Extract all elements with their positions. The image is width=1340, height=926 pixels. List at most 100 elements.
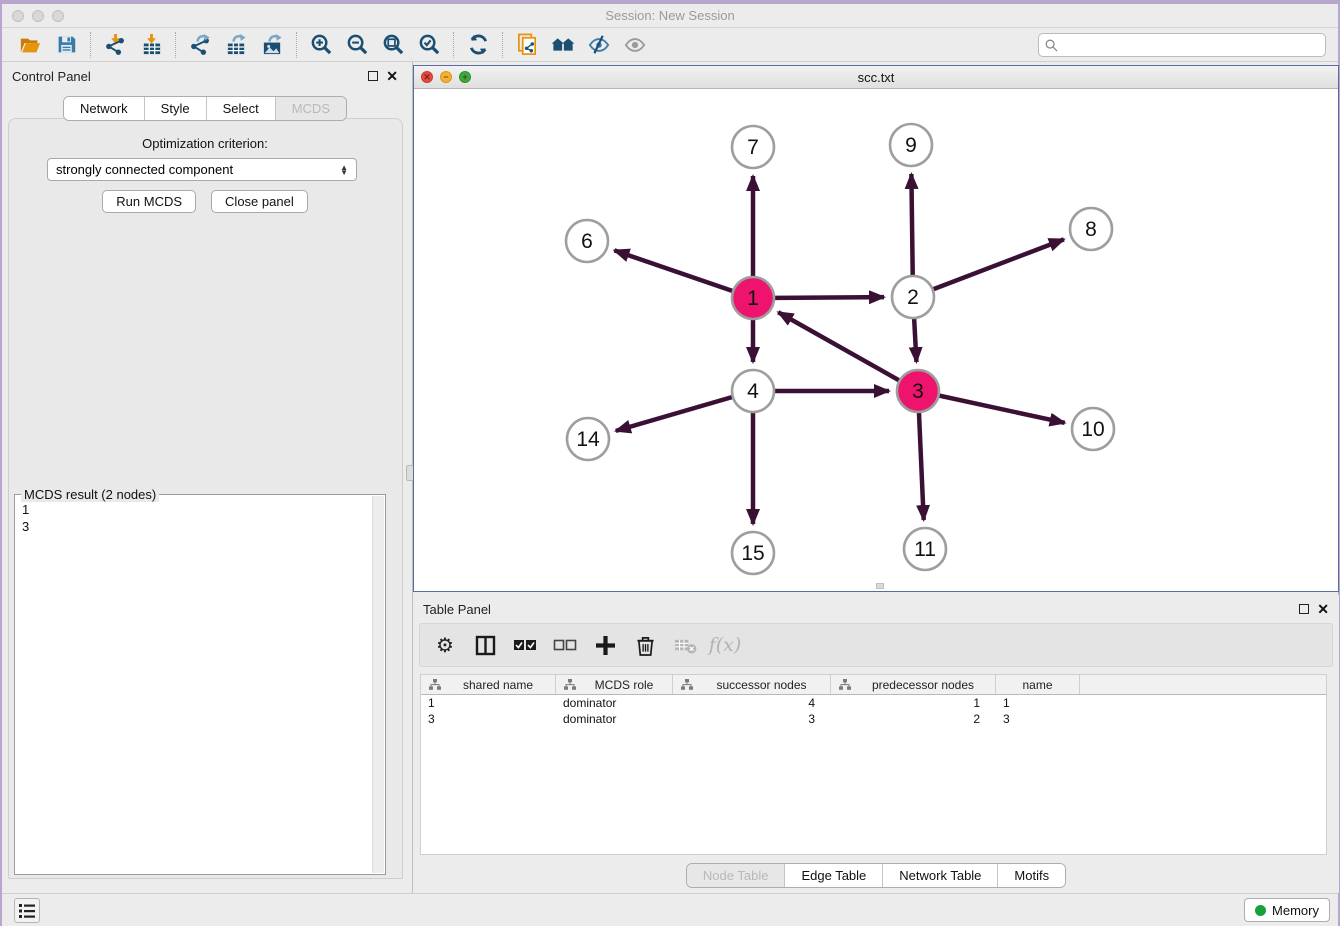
table-row[interactable]: 1dominator411 <box>421 695 1326 711</box>
table-cell[interactable]: 3 <box>673 712 831 726</box>
network-canvas[interactable]: 7 9 6 8 1 2 4 3 14 10 15 11 <box>414 89 1338 591</box>
graph-node-10[interactable]: 10 <box>1072 408 1114 450</box>
network-window-titlebar[interactable]: ✕ − + scc.txt <box>414 66 1338 89</box>
settings-icon[interactable]: ⚙ <box>432 632 458 658</box>
svg-text:3: 3 <box>912 380 924 403</box>
table-row[interactable]: 3dominator323 <box>421 711 1326 727</box>
task-history-button[interactable] <box>14 898 40 923</box>
graph-node-4[interactable]: 4 <box>732 370 774 412</box>
function-builder-icon: f(x) <box>712 632 738 658</box>
optimization-criterion-label: Optimization criterion: <box>2 136 408 151</box>
graph-node-15[interactable]: 15 <box>732 532 774 574</box>
table-cell[interactable]: dominator <box>556 712 673 726</box>
toolbar-separator <box>502 32 503 58</box>
home-icon[interactable] <box>545 31 581 59</box>
import-network-icon[interactable] <box>97 31 133 59</box>
graph-node-2[interactable]: 2 <box>892 276 934 318</box>
column-header-name[interactable]: name <box>996 675 1080 694</box>
canvas-resize-handle[interactable] <box>876 583 884 589</box>
column-header-MCDS-role[interactable]: MCDS role <box>556 675 673 694</box>
control-panel-title: Control Panel <box>12 69 91 84</box>
edge-3-10[interactable] <box>918 391 1065 423</box>
close-table-panel-icon[interactable]: ✕ <box>1317 604 1329 614</box>
memory-button[interactable]: Memory <box>1244 898 1330 922</box>
mcds-result-list[interactable]: 13 <box>16 496 372 873</box>
column-header-predecessor-nodes[interactable]: predecessor nodes <box>831 675 996 694</box>
clear-selection-icon[interactable] <box>552 632 578 658</box>
table-cell[interactable]: 1 <box>996 696 1080 710</box>
select-all-icon[interactable] <box>512 632 538 658</box>
table-tab-node-table[interactable]: Node Table <box>687 864 785 887</box>
graph-node-7[interactable]: 7 <box>732 126 774 168</box>
mcds-result-item: 1 <box>22 501 370 518</box>
edge-3-1[interactable] <box>778 312 918 391</box>
table-cell[interactable]: 4 <box>673 696 831 710</box>
graph-node-14[interactable]: 14 <box>567 418 609 460</box>
table-tab-motifs[interactable]: Motifs <box>997 864 1065 887</box>
zoom-in-icon[interactable] <box>303 31 339 59</box>
table-cell[interactable]: 1 <box>421 696 556 710</box>
graph-node-9[interactable]: 9 <box>890 124 932 166</box>
control-tab-select[interactable]: Select <box>206 97 275 120</box>
control-tab-network[interactable]: Network <box>64 97 144 120</box>
column-header-successor-nodes[interactable]: successor nodes <box>673 675 831 694</box>
show-hidden-icon[interactable] <box>617 31 653 59</box>
network-document-icon[interactable] <box>509 31 545 59</box>
table-cell[interactable]: 3 <box>421 712 556 726</box>
edge-2-8[interactable] <box>913 239 1064 297</box>
svg-text:11: 11 <box>914 538 936 561</box>
control-panel: Control Panel ✕ NetworkStyleSelectMCDS O… <box>2 62 408 893</box>
optimization-criterion-dropdown[interactable]: strongly connected component ▲▼ <box>47 158 357 181</box>
column-header-shared-name[interactable]: shared name <box>421 675 556 694</box>
table-tab-network-table[interactable]: Network Table <box>882 864 997 887</box>
export-table-icon[interactable] <box>218 31 254 59</box>
toolbar-separator <box>296 32 297 58</box>
zoom-fit-icon[interactable] <box>375 31 411 59</box>
graph-node-6[interactable]: 6 <box>566 220 608 262</box>
search-input[interactable] <box>1063 38 1319 52</box>
svg-text:10: 10 <box>1081 418 1104 441</box>
import-table-icon[interactable] <box>133 31 169 59</box>
graph-node-8[interactable]: 8 <box>1070 208 1112 250</box>
graph-node-11[interactable]: 11 <box>904 528 946 570</box>
graph-node-3[interactable]: 3 <box>897 370 939 412</box>
run-mcds-button[interactable]: Run MCDS <box>102 190 196 213</box>
search-icon <box>1045 39 1058 52</box>
window-frame-top <box>0 0 1340 4</box>
float-panel-icon[interactable] <box>368 71 378 81</box>
float-table-panel-icon[interactable] <box>1299 604 1309 614</box>
mcds-result-box: MCDS result (2 nodes) 13 <box>14 494 386 875</box>
control-tab-style[interactable]: Style <box>144 97 206 120</box>
export-network-icon[interactable] <box>182 31 218 59</box>
table-cell[interactable]: 1 <box>831 696 996 710</box>
show-columns-icon[interactable] <box>472 632 498 658</box>
table-cell[interactable]: dominator <box>556 696 673 710</box>
mcds-result-item: 3 <box>22 518 370 535</box>
result-scrollbar[interactable] <box>372 496 384 873</box>
svg-text:4: 4 <box>747 380 759 403</box>
save-session-icon[interactable] <box>48 31 84 59</box>
control-tab-mcds[interactable]: MCDS <box>275 97 346 120</box>
search-box[interactable] <box>1038 33 1326 57</box>
zoom-out-icon[interactable] <box>339 31 375 59</box>
table-tab-edge-table[interactable]: Edge Table <box>784 864 882 887</box>
open-file-icon[interactable] <box>12 31 48 59</box>
delete-row-icon[interactable] <box>632 632 658 658</box>
hide-selected-icon[interactable] <box>581 31 617 59</box>
table-cell[interactable]: 3 <box>996 712 1080 726</box>
table-panel: Table Panel ✕ ⚙f(x) shared nameMCDS role… <box>413 595 1339 893</box>
toolbar-separator <box>453 32 454 58</box>
refresh-icon[interactable] <box>460 31 496 59</box>
zoom-selected-icon[interactable] <box>411 31 447 59</box>
network-graph[interactable]: 7 9 6 8 1 2 4 3 14 10 15 11 <box>414 89 1338 591</box>
close-panel-button[interactable]: Close panel <box>211 190 308 213</box>
status-bar: Memory <box>2 893 1338 926</box>
close-panel-icon[interactable]: ✕ <box>386 71 398 81</box>
table-cell[interactable]: 2 <box>831 712 996 726</box>
node-table: shared nameMCDS rolesuccessor nodesprede… <box>420 674 1327 855</box>
network-window: ✕ − + scc.txt 7 9 6 8 1 2 4 3 14 10 15 11 <box>413 65 1339 592</box>
svg-text:8: 8 <box>1085 218 1097 241</box>
graph-node-1[interactable]: 1 <box>732 277 774 319</box>
export-image-icon[interactable] <box>254 31 290 59</box>
add-row-icon[interactable] <box>592 632 618 658</box>
